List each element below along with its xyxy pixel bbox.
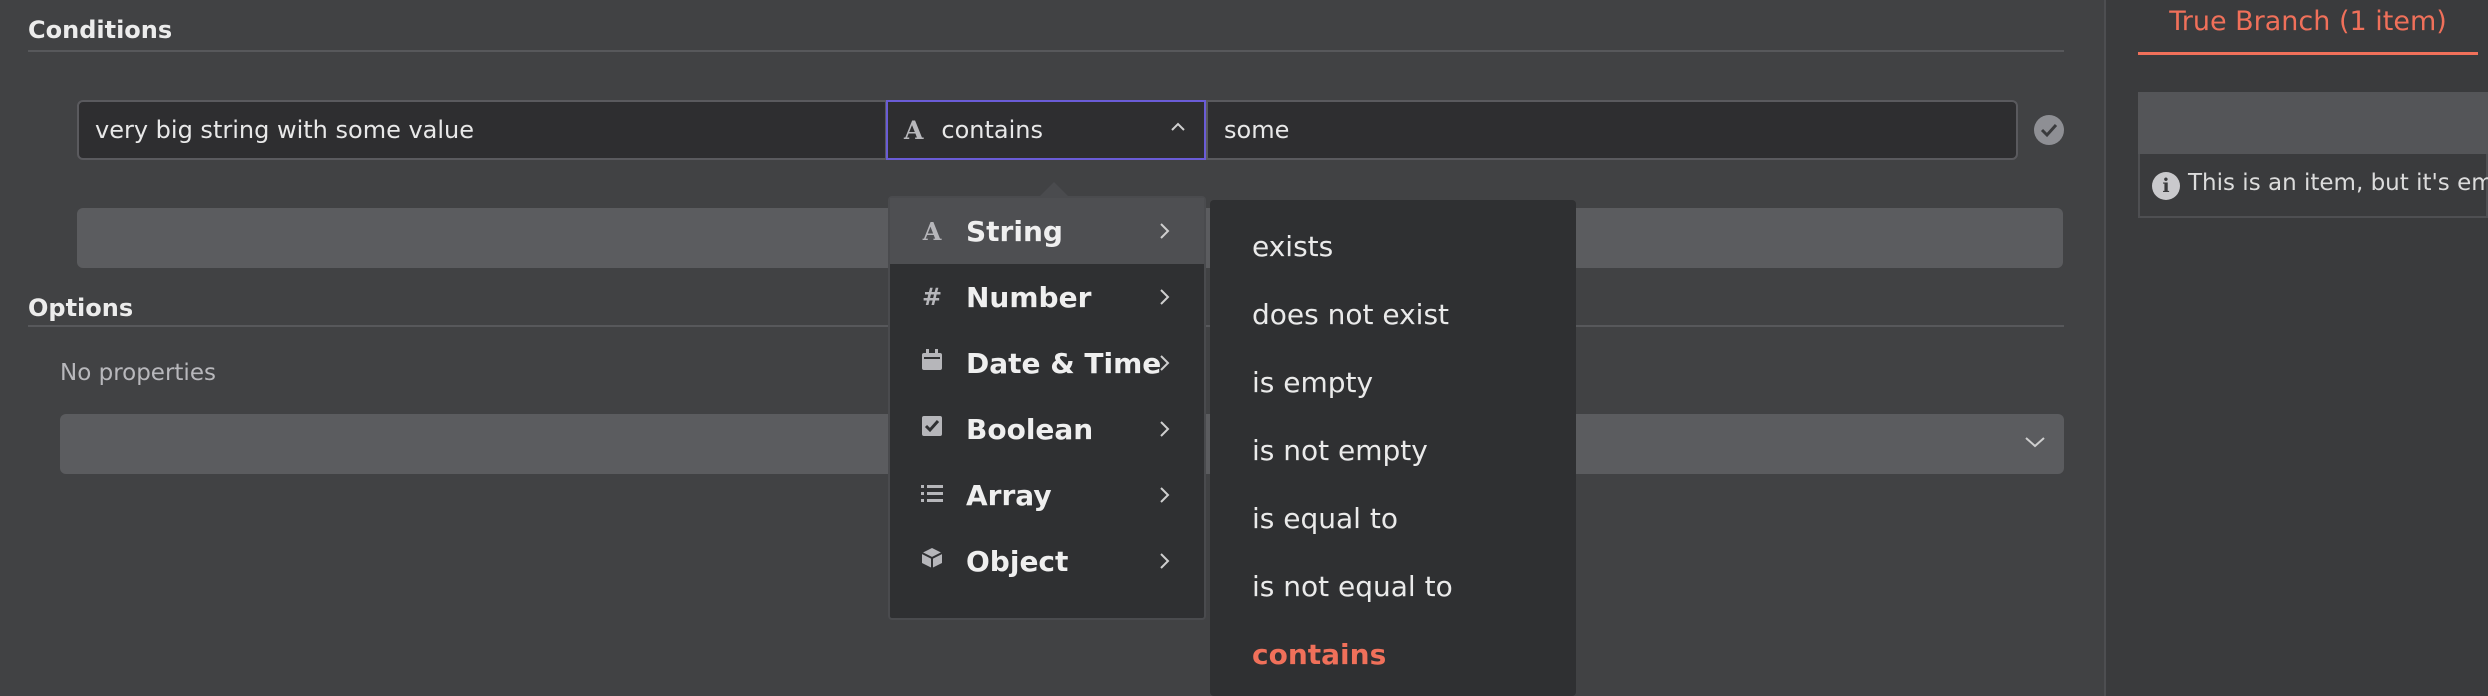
list-icon xyxy=(920,481,944,509)
operator-label: contains xyxy=(941,116,1043,144)
checkbox-icon xyxy=(920,415,944,443)
value1-input[interactable]: very big string with some value xyxy=(77,100,887,160)
chevron-right-icon xyxy=(1160,553,1170,569)
operator-option-contains[interactable]: contains xyxy=(1252,638,1386,671)
no-properties-text: No properties xyxy=(60,360,216,386)
chevron-down-icon xyxy=(2025,437,2045,448)
type-menu-label: Array xyxy=(966,478,1052,512)
type-menu-label: Number xyxy=(966,280,1092,314)
type-menu-label: Boolean xyxy=(966,412,1094,446)
type-menu-label: String xyxy=(966,214,1063,248)
operator-option-exists[interactable]: exists xyxy=(1252,230,1333,263)
type-menu-item-string[interactable]: A String xyxy=(890,198,1204,264)
info-icon: i xyxy=(2152,172,2180,200)
value1-text: very big string with some value xyxy=(95,116,475,144)
value2-text: some xyxy=(1224,116,1290,144)
operator-option-is-not-empty[interactable]: is not empty xyxy=(1252,434,1428,467)
conditions-heading: Conditions xyxy=(28,16,173,44)
calendar-icon xyxy=(920,349,944,377)
chevron-right-icon xyxy=(1160,223,1170,239)
operator-menu: exists does not exist is empty is not em… xyxy=(1210,200,1576,696)
operator-option-is-not-equal-to[interactable]: is not equal to xyxy=(1252,570,1453,603)
type-menu-label: Object xyxy=(966,544,1069,578)
type-menu-label: Date & Time xyxy=(966,346,1162,380)
conditions-divider xyxy=(28,50,2064,52)
chevron-right-icon xyxy=(1160,355,1170,371)
options-heading: Options xyxy=(28,294,134,322)
chevron-right-icon xyxy=(1160,289,1170,305)
chevron-up-icon xyxy=(1171,122,1185,131)
type-menu-item-number[interactable]: # Number xyxy=(890,264,1204,330)
tab-true-branch[interactable]: True Branch (1 item) xyxy=(2138,0,2478,55)
type-menu-item-datetime[interactable]: Date & Time xyxy=(890,330,1204,396)
chevron-right-icon xyxy=(1160,421,1170,437)
output-table-header xyxy=(2138,92,2488,154)
value2-input[interactable]: some xyxy=(1206,100,2018,160)
type-menu-item-boolean[interactable]: Boolean xyxy=(890,396,1204,462)
operator-option-is-equal-to[interactable]: is equal to xyxy=(1252,502,1398,535)
type-menu: A String # Number Date & Time Boolean Ar… xyxy=(888,196,1206,620)
string-icon: A xyxy=(922,216,942,246)
chevron-right-icon xyxy=(1160,487,1170,503)
condition-valid-check-icon xyxy=(2034,115,2064,145)
string-type-icon: A xyxy=(904,115,924,145)
number-icon: # xyxy=(921,283,943,311)
operator-select[interactable]: A contains xyxy=(886,100,1206,160)
operator-option-is-empty[interactable]: is empty xyxy=(1252,366,1373,399)
cube-icon xyxy=(920,547,944,575)
empty-item-notice: This is an item, but it's em xyxy=(2188,170,2488,196)
type-menu-item-array[interactable]: Array xyxy=(890,462,1204,528)
type-menu-item-object[interactable]: Object xyxy=(890,528,1204,594)
operator-option-does-not-exist[interactable]: does not exist xyxy=(1252,298,1449,331)
menu-caret xyxy=(1040,182,1068,196)
